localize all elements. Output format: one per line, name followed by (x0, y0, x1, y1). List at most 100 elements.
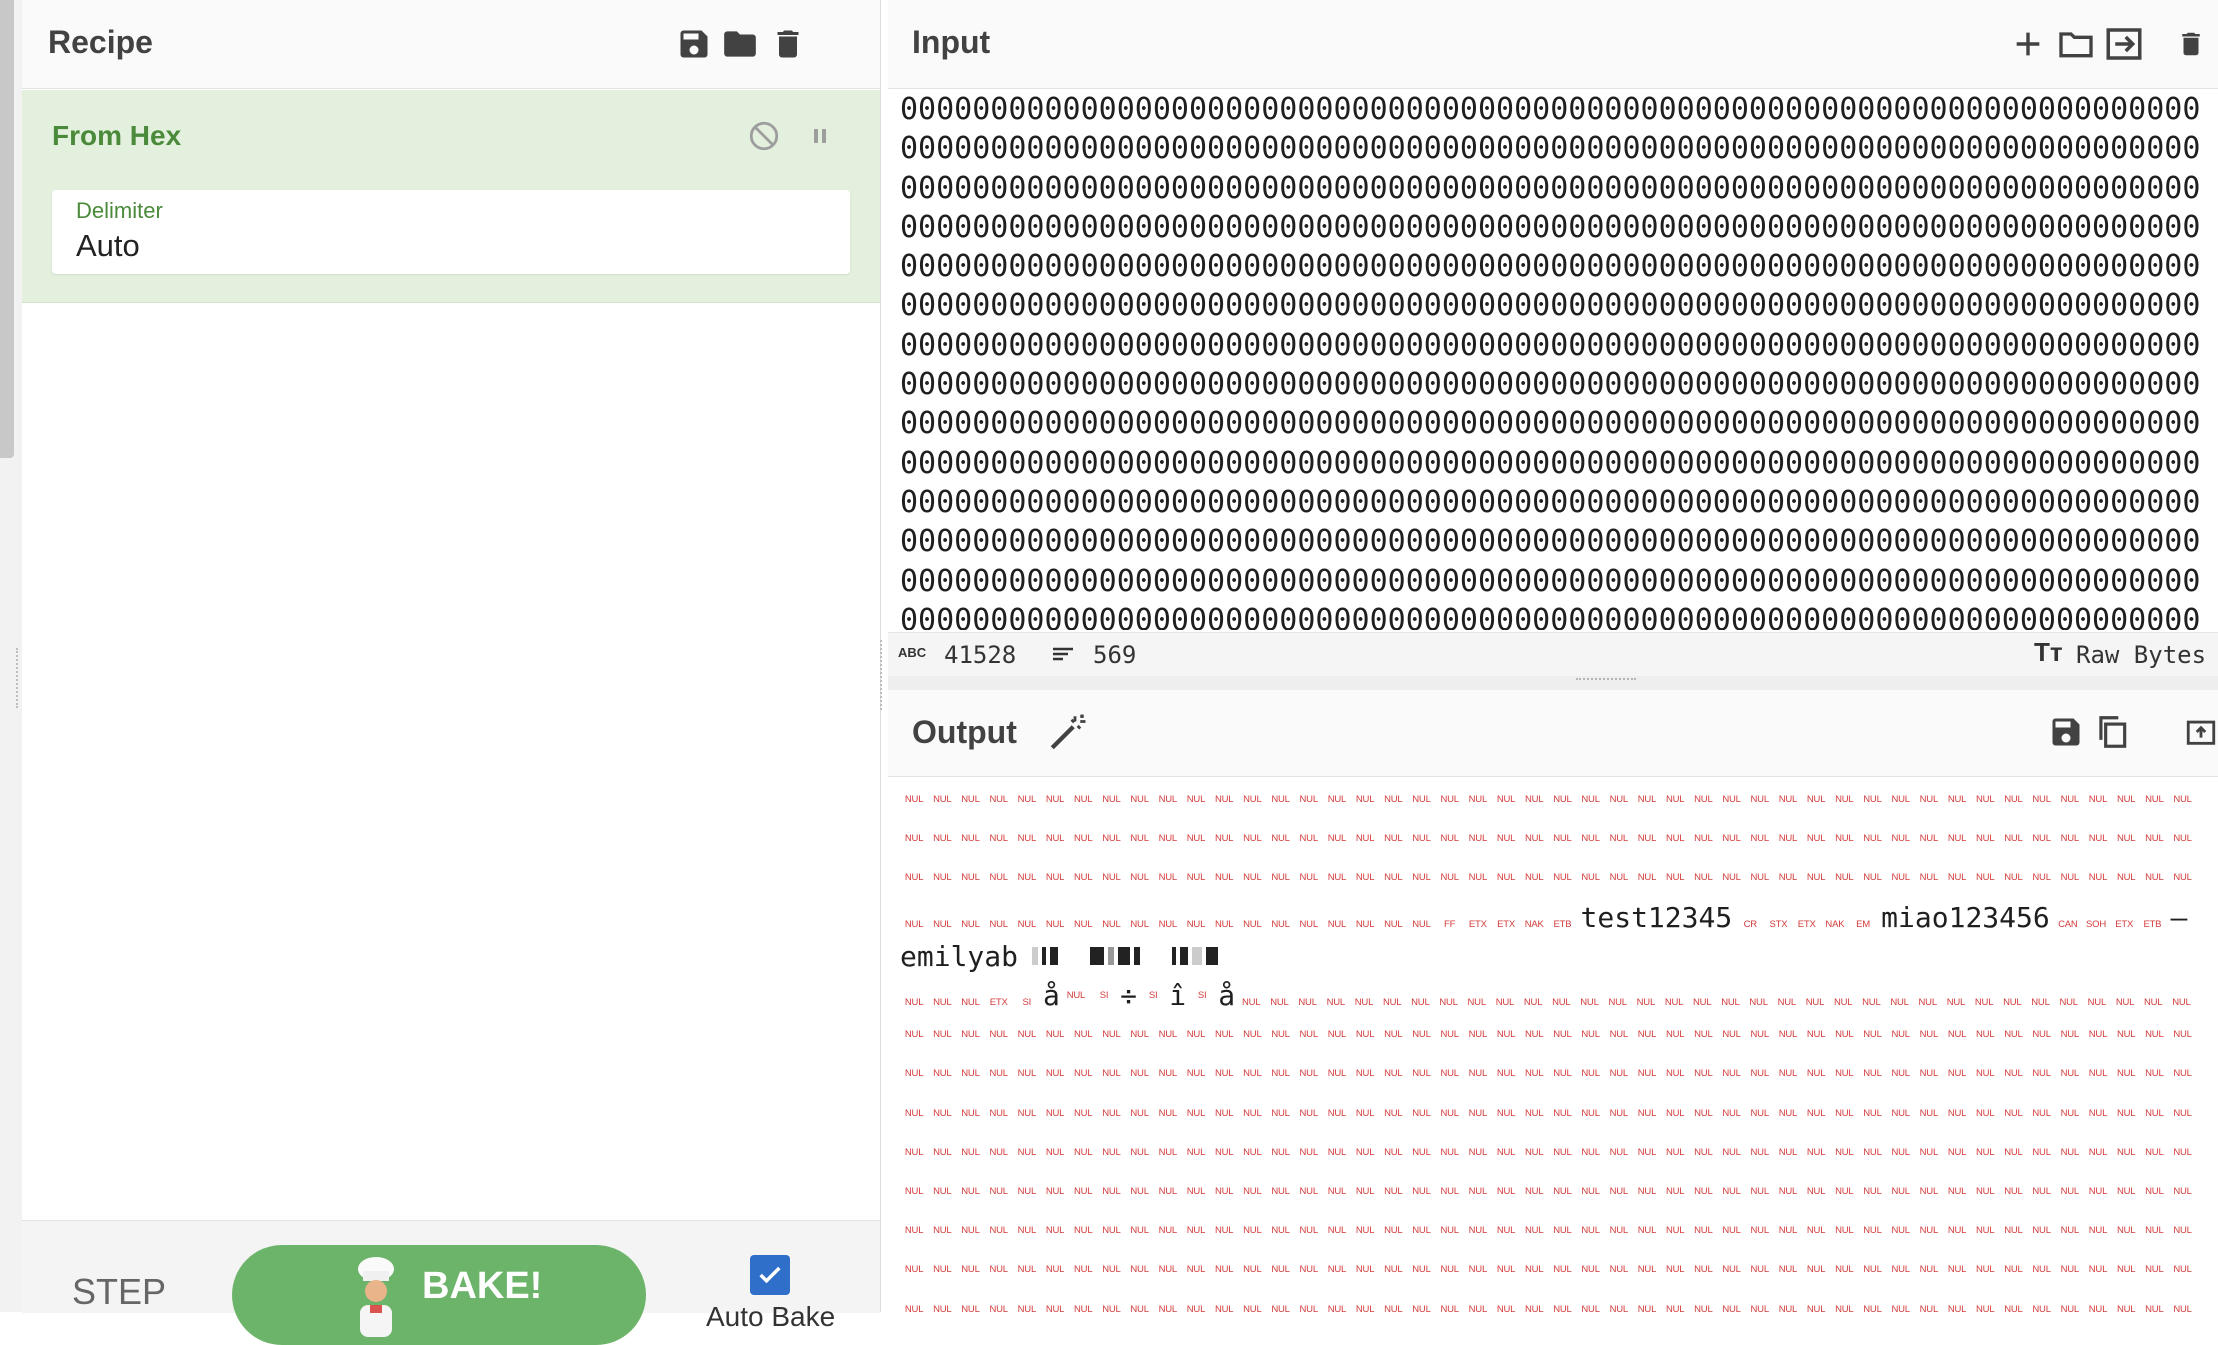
auto-bake-checkbox[interactable] (750, 1255, 790, 1295)
ctrl-nul: NUL (1919, 1303, 1939, 1315)
ctrl-nul: NUL (1017, 1303, 1037, 1315)
save-recipe-icon[interactable] (670, 20, 718, 68)
ctrl-nul: NUL (1637, 1225, 1657, 1237)
ctrl-run: FF ETX ETX NAK ETB (1436, 901, 1577, 934)
ctrl-nul: NUL (989, 1107, 1008, 1119)
ctrl-nul: NUL (1750, 1264, 1770, 1276)
ctrl-nul: NUL (1017, 918, 1037, 930)
ctrl-nul: NUL (904, 1303, 924, 1315)
step-button[interactable]: STEP (72, 1271, 166, 1313)
ctrl-nul: NUL (1468, 1107, 1488, 1119)
ctrl-nul: NUL (1496, 1107, 1516, 1119)
ctrl-nul: NUL (1553, 1264, 1572, 1276)
magic-wand-icon[interactable] (1044, 708, 1092, 756)
ctrl-nul: NUL (1271, 918, 1290, 930)
bake-button[interactable]: BAKE! (232, 1245, 646, 1345)
input-encoding[interactable]: Raw Bytes (2076, 641, 2206, 669)
ctrl-nul: NUL (1158, 1107, 1178, 1119)
input-header: Input (888, 0, 2218, 89)
ctrl-nul: NUL (904, 833, 924, 845)
ctrl-nul: NUL (1186, 872, 1206, 884)
ctrl-nul: NUL (1637, 794, 1657, 806)
from-hex-operation[interactable]: From Hex Delimiter Auto (22, 90, 880, 303)
ctrl-nul: NUL (1326, 997, 1346, 1009)
ctrl-nul: NUL (1806, 872, 1826, 884)
ctrl-nul: NUL (1270, 997, 1289, 1009)
disable-operation-icon[interactable] (744, 116, 784, 156)
ctrl-nul: NUL (1750, 1303, 1770, 1315)
ctrl-nul: NUL (1496, 1264, 1516, 1276)
ctrl-nul: NUL (933, 1146, 952, 1158)
ctrl-nul: NUL (1721, 997, 1740, 1009)
clear-recipe-trash-icon[interactable] (764, 20, 812, 68)
ctrl-nul: NUL (1045, 833, 1065, 845)
ctrl-nul: NUL (2088, 833, 2108, 845)
ctrl-nul: NUL (1947, 1107, 1967, 1119)
output-panel: Output NUL NUL NUL NUL NUL NUL NUL NUL NUL NUL NUL… (888, 690, 2218, 1315)
delimiter-field[interactable]: Delimiter Auto (52, 190, 850, 274)
open-file-folder-icon[interactable] (2052, 20, 2100, 68)
output-header: Output (888, 690, 2218, 777)
ctrl-nul: NUL (1891, 1068, 1910, 1080)
ctrl-nul: NUL (1468, 1146, 1488, 1158)
breakpoint-pause-icon[interactable] (800, 116, 840, 156)
ctrl-nul: NUL (2116, 1068, 2136, 1080)
load-input-icon[interactable] (2100, 20, 2148, 68)
ctrl-nul: NUL (961, 1303, 980, 1315)
replace-input-icon[interactable] (2184, 708, 2218, 756)
ctrl-nul: NUL (1581, 794, 1600, 806)
ctrl-nul: NUL (1186, 1185, 1206, 1197)
ctrl-nul: NUL (1835, 872, 1854, 884)
left-scrollbar-thumb[interactable] (0, 0, 14, 458)
clear-input-trash-icon[interactable] (2176, 20, 2206, 68)
output-line: NUL NUL NUL NUL NUL NUL NUL NUL NUL NUL NUL NUL NUL N… (900, 780, 2218, 819)
ctrl-nul: NUL (1947, 1303, 1967, 1315)
ctrl-nul: NUL (1243, 794, 1262, 806)
delimiter-value[interactable]: Auto (76, 228, 140, 264)
ctrl-nul: NUL (1412, 1068, 1431, 1080)
output-text-area[interactable]: NUL NUL NUL NUL NUL NUL NUL NUL NUL NUL NUL NUL NUL N… (900, 780, 2218, 1320)
ctrl-nul: NUL (1553, 1029, 1572, 1041)
ctrl-nul: NUL (1608, 997, 1627, 1009)
input-textarea[interactable]: 0000000000000000000000000000000000000000… (900, 90, 2200, 630)
ctrl-nul: NUL (1271, 1303, 1290, 1315)
ctrl-nul: NUL (1609, 1029, 1629, 1041)
ctrl-nul: NUL (933, 1303, 952, 1315)
ctrl-nul: NUL (1412, 872, 1431, 884)
ctrl-nul: NUL (1805, 997, 1825, 1009)
ctrl-nul: NUL (1243, 833, 1262, 845)
ctrl-nul: NUL (2032, 1029, 2051, 1041)
ctrl-nul: NUL (1495, 997, 1515, 1009)
ctrl-nul: NUL (1130, 1264, 1149, 1276)
ctrl-nul: NUL (2173, 1029, 2192, 1041)
ctrl-nul: NUL (1412, 1029, 1431, 1041)
ctrl-nul: NUL (1271, 1225, 1290, 1237)
ctrl-nul: NUL (1750, 1146, 1770, 1158)
ctrl-nul: NUL (1468, 1225, 1488, 1237)
ctrl-nul: NUL (1468, 1029, 1488, 1041)
ctrl-nul: NUL (1468, 872, 1488, 884)
add-input-tab-icon[interactable] (2004, 20, 2052, 68)
save-output-icon[interactable] (2042, 708, 2090, 756)
text-encoding-icon[interactable]: Tт (2034, 637, 2063, 668)
input-title: Input (912, 24, 991, 60)
ctrl-nul: NUL (1384, 1303, 1403, 1315)
input-output-divider[interactable] (888, 676, 2218, 690)
ctrl-nul: NUL (1778, 872, 1798, 884)
ctrl-nul: NUL (1327, 833, 1347, 845)
copy-output-icon[interactable] (2088, 708, 2136, 756)
ctrl-nul: NUL (1806, 1303, 1826, 1315)
ctrl-nul: NUL (1074, 1029, 1093, 1041)
output-text-test: test12345 (1580, 900, 1733, 934)
ctrl-nul: NUL (1102, 1107, 1121, 1119)
ctrl-nul: NUL (1863, 1225, 1882, 1237)
ctrl-nul: NUL (1327, 1068, 1347, 1080)
ctrl-nul: NUL (1525, 833, 1544, 845)
ctrl-nul: NUL (1976, 1146, 1995, 1158)
ctrl-nul: NUL (1074, 1185, 1093, 1197)
ctrl-si: SI (1148, 990, 1158, 1002)
ctrl-nul: NUL (1976, 1264, 1995, 1276)
ctrl-nul: NUL (1102, 1146, 1121, 1158)
load-recipe-folder-icon[interactable] (716, 20, 764, 68)
ctrl-nul: NUL (1384, 1264, 1403, 1276)
